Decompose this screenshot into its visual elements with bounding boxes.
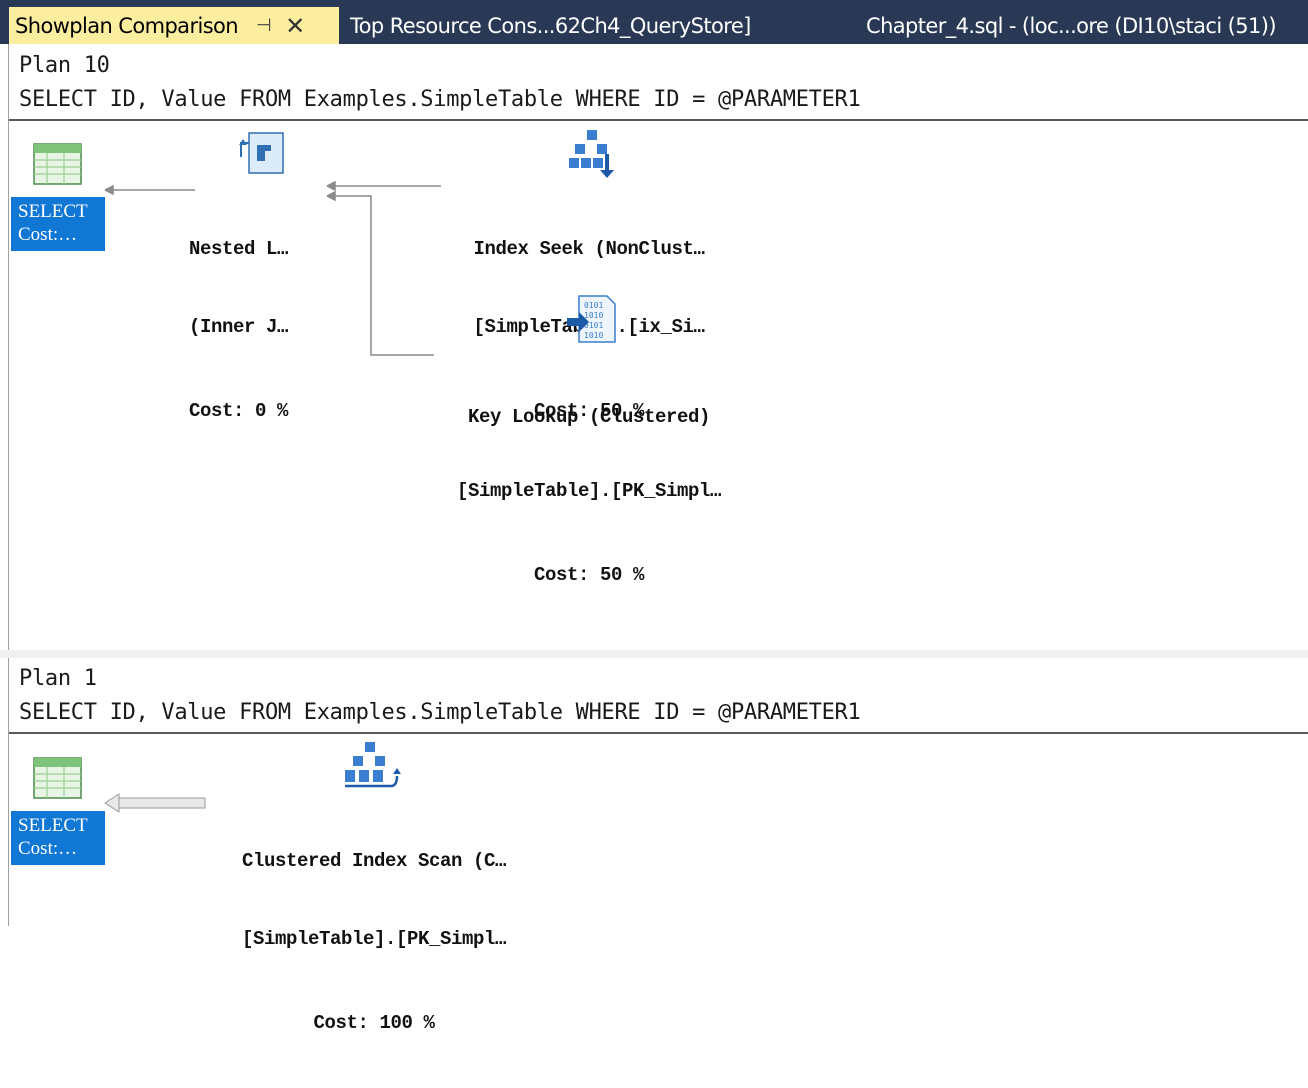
nested-loops-line1: Nested L… xyxy=(189,238,289,260)
tab-chapter-4-sql[interactable]: Chapter_4.sql - (loc...ore (DI10\staci (… xyxy=(866,7,1277,44)
select-node-label[interactable]: SELECT Cost:… xyxy=(11,197,105,251)
document-tab-strip: Showplan Comparison ⊣ ✕ Top Resource Con… xyxy=(0,0,1308,44)
key-lookup-line2: [SimpleTable].[PK_Simpl… xyxy=(456,480,722,502)
nested-loops-line2: (Inner J… xyxy=(189,316,289,338)
key-lookup-icon: 01011010 01011010 xyxy=(567,295,616,343)
plan-connectors xyxy=(104,793,206,813)
plan-pane-bottom[interactable]: Plan 1 SELECT ID, Value FROM Examples.Si… xyxy=(8,658,1308,1034)
pin-icon[interactable]: ⊣ xyxy=(256,15,272,36)
index-seek-icon xyxy=(569,130,614,178)
svg-text:1010: 1010 xyxy=(584,331,603,340)
nested-loops-icon xyxy=(239,132,284,174)
select-node-cost: Cost:… xyxy=(18,838,78,859)
key-lookup-line1: Key Lookup (Clustered) xyxy=(467,406,711,428)
clustered-index-scan-line2: [SimpleTable].[PK_Simpl… xyxy=(241,928,507,950)
select-node-title: SELECT xyxy=(18,815,88,836)
clustered-index-scan-line1: Clustered Index Scan (C… xyxy=(241,850,507,872)
select-node-title: SELECT xyxy=(18,201,88,222)
key-lookup-node[interactable]: Key Lookup (Clustered) [SimpleTable].[PK… xyxy=(429,352,749,640)
pane-splitter[interactable] xyxy=(0,650,1308,658)
nested-loops-cost: Cost: 0 % xyxy=(189,400,289,422)
tab-label: Showplan Comparison xyxy=(15,13,239,38)
clustered-index-scan-icon xyxy=(345,742,401,788)
nested-loops-node[interactable]: Nested L… (Inner J… Cost: 0 % xyxy=(189,184,329,476)
clustered-index-scan-node[interactable]: Clustered Index Scan (C… [SimpleTable].[… xyxy=(209,796,539,1088)
clustered-index-scan-cost: Cost: 100 % xyxy=(313,1012,435,1034)
select-table-icon xyxy=(33,143,82,185)
index-seek-line1: Index Seek (NonClust… xyxy=(473,238,705,260)
key-lookup-cost: Cost: 50 % xyxy=(533,564,645,586)
select-node-cost: Cost:… xyxy=(18,224,78,245)
svg-text:0101: 0101 xyxy=(584,301,603,310)
tab-label: Top Resource Cons...62Ch4_QueryStore] xyxy=(350,13,751,38)
select-node-label[interactable]: SELECT Cost:… xyxy=(11,811,105,865)
select-table-icon xyxy=(33,757,82,799)
plan-pane-top[interactable]: Plan 10 SELECT ID, Value FROM Examples.S… xyxy=(8,44,1308,650)
tab-top-resource-consumers[interactable]: Top Resource Cons...62Ch4_QueryStore] xyxy=(350,7,751,44)
svg-text:1010: 1010 xyxy=(584,311,603,320)
tab-showplan-comparison[interactable]: Showplan Comparison ⊣ ✕ xyxy=(9,7,339,44)
close-icon[interactable]: ✕ xyxy=(285,12,305,40)
tab-label: Chapter_4.sql - (loc...ore (DI10\staci (… xyxy=(866,13,1277,38)
